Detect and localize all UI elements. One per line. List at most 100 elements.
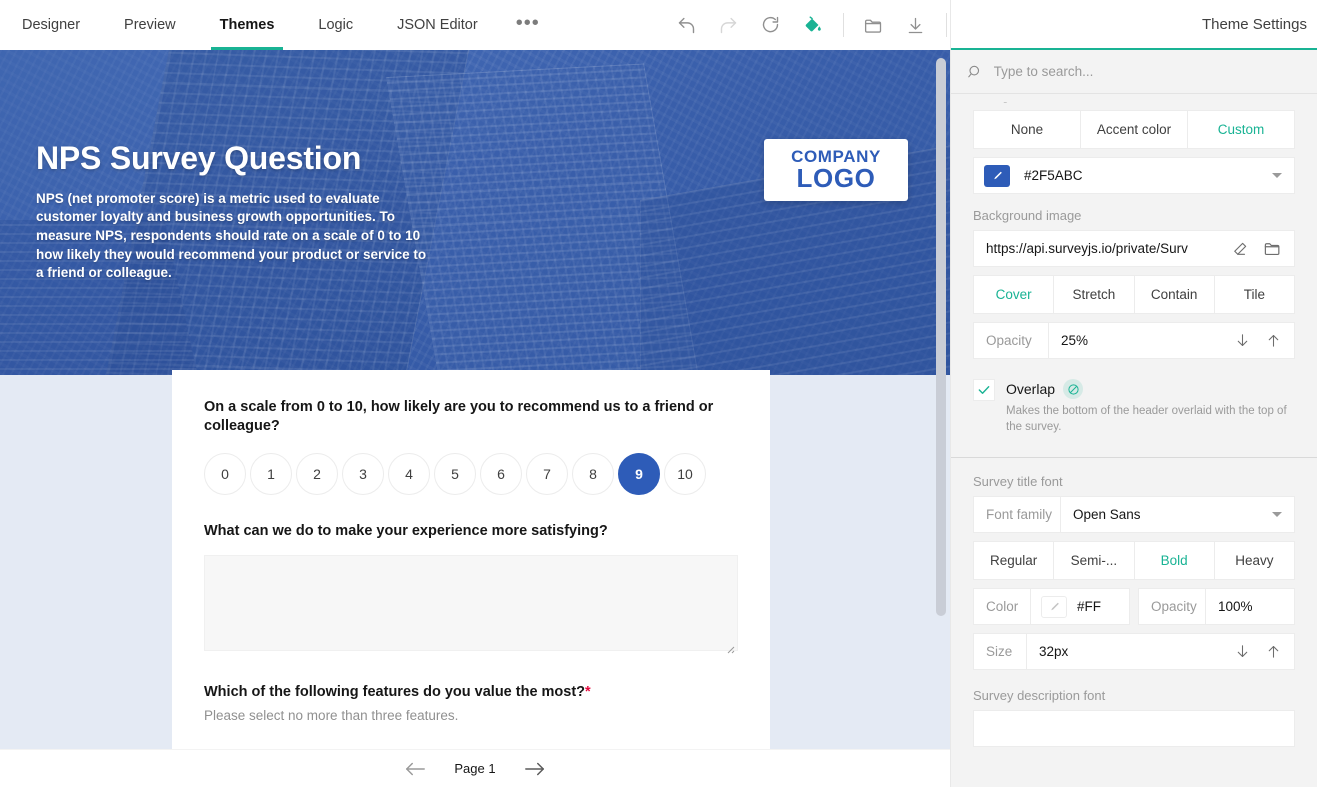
panel-section-divider	[951, 457, 1317, 458]
font-weight-bold[interactable]: Bold	[1135, 542, 1215, 579]
rating-option-3[interactable]: 3	[342, 453, 384, 495]
chevron-down-icon[interactable]	[1272, 173, 1282, 178]
survey-body-card: On a scale from 0 to 10, how likely are …	[172, 370, 770, 749]
rating-scale: 0 1 2 3 4 5 6 7 8 9 10	[204, 453, 738, 495]
bg-color-option-accent[interactable]: Accent color	[1081, 111, 1188, 148]
overlap-label-wrap: Overlap	[1006, 379, 1291, 399]
font-weight-regular[interactable]: Regular	[974, 542, 1054, 579]
theme-paint-bucket-icon	[802, 14, 824, 36]
rating-option-4[interactable]: 4	[388, 453, 430, 495]
overlap-text-block: Overlap Makes the bottom of the header o…	[1006, 379, 1291, 435]
title-font-weight-options: Regular Semi-... Bold Heavy	[973, 541, 1295, 580]
background-image-actions	[1231, 239, 1294, 258]
tab-logic[interactable]: Logic	[296, 0, 375, 50]
tab-themes[interactable]: Themes	[198, 0, 297, 50]
title-opacity-value[interactable]: 100%	[1206, 599, 1294, 614]
rating-option-6[interactable]: 6	[480, 453, 522, 495]
title-size-field[interactable]: Size 32px	[973, 633, 1295, 670]
title-color-value: #FF	[1067, 599, 1129, 614]
rating-option-5[interactable]: 5	[434, 453, 476, 495]
comment-input[interactable]	[204, 555, 738, 651]
checkmark-icon	[977, 383, 991, 397]
overlap-row: Overlap Makes the bottom of the header o…	[973, 379, 1295, 435]
font-weight-heavy[interactable]: Heavy	[1215, 542, 1294, 579]
question-rating: On a scale from 0 to 10, how likely are …	[204, 398, 738, 495]
panel-title: Theme Settings	[1202, 16, 1307, 33]
next-page-button[interactable]	[524, 761, 546, 777]
title-font-family-field[interactable]: Font family Open Sans	[973, 496, 1295, 533]
eyedropper-icon	[1048, 600, 1061, 613]
rating-option-7[interactable]: 7	[526, 453, 568, 495]
tab-json-editor[interactable]: JSON Editor	[375, 0, 500, 50]
download-button[interactable]	[895, 4, 937, 46]
tab-overflow-menu[interactable]: •••	[500, 0, 556, 50]
undo-button[interactable]	[666, 4, 708, 46]
color-swatch-eyedropper[interactable]	[984, 165, 1010, 187]
download-icon	[905, 15, 926, 36]
rating-option-0[interactable]: 0	[204, 453, 246, 495]
rating-option-8[interactable]: 8	[572, 453, 614, 495]
designer-scrollbar-thumb[interactable]	[936, 58, 946, 616]
bg-fit-option-contain[interactable]: Contain	[1135, 276, 1215, 313]
font-weight-semibold[interactable]: Semi-...	[1054, 542, 1134, 579]
tab-overflow-label: •••	[516, 12, 540, 35]
survey-description-font-label: Survey description font	[973, 688, 1295, 703]
stepper-down-icon[interactable]	[1234, 643, 1251, 660]
designer-scrollbar-track[interactable]	[932, 50, 950, 749]
background-image-label: Background image	[973, 208, 1295, 223]
stepper-down-icon[interactable]	[1234, 332, 1251, 349]
overlap-visibility-toggle[interactable]	[1063, 379, 1083, 399]
rating-option-2[interactable]: 2	[296, 453, 338, 495]
redo-icon	[718, 15, 739, 36]
bg-fit-option-stretch[interactable]: Stretch	[1054, 276, 1134, 313]
tab-designer[interactable]: Designer	[0, 0, 102, 50]
size-label: Size	[974, 644, 1026, 659]
rating-option-10[interactable]: 10	[664, 453, 706, 495]
browse-folder-icon[interactable]	[1263, 239, 1282, 258]
checkbox-item-performance[interactable]: Performance	[204, 741, 471, 749]
title-color-field[interactable]: Color #FF	[973, 588, 1130, 625]
eyedropper-icon	[991, 169, 1004, 182]
bg-color-option-custom[interactable]: Custom	[1188, 111, 1294, 148]
open-button[interactable]	[853, 4, 895, 46]
question-checkbox-title-text: Which of the following features do you v…	[204, 684, 585, 700]
tab-logic-label: Logic	[318, 17, 353, 33]
panel-header: Theme Settings	[951, 0, 1317, 50]
checkbox-item-stability[interactable]: Stability	[471, 741, 738, 749]
overlap-hint: Makes the bottom of the header overlaid …	[1006, 404, 1291, 435]
bg-color-option-none[interactable]: None	[974, 111, 1081, 148]
font-family-value: Open Sans	[1061, 507, 1272, 522]
title-size-value[interactable]: 32px	[1027, 644, 1234, 659]
resize-handle-icon[interactable]	[723, 642, 735, 654]
scroll-clip-mask	[951, 94, 1317, 102]
hide-eye-off-icon	[1067, 383, 1080, 396]
overlap-checkbox[interactable]	[973, 379, 995, 401]
background-image-opacity-field[interactable]: Opacity 25%	[973, 322, 1295, 359]
chevron-down-icon[interactable]	[1272, 512, 1282, 517]
rating-option-1[interactable]: 1	[250, 453, 292, 495]
theme-button[interactable]	[792, 4, 834, 46]
stepper-up-icon[interactable]	[1265, 643, 1282, 660]
description-font-family-field[interactable]	[973, 710, 1295, 747]
prev-page-button[interactable]	[404, 761, 426, 777]
opacity-label: Opacity	[1139, 599, 1205, 614]
checkbox-choices: Performance Stability User interface	[204, 741, 738, 749]
rating-option-9-selected[interactable]: 9	[618, 453, 660, 495]
tab-themes-label: Themes	[220, 17, 275, 33]
title-opacity-field[interactable]: Opacity 100%	[1138, 588, 1295, 625]
clear-eraser-icon[interactable]	[1231, 240, 1249, 258]
opacity-value[interactable]: 25%	[1049, 333, 1234, 348]
bg-fit-option-cover[interactable]: Cover	[974, 276, 1054, 313]
redo-button[interactable]	[708, 4, 750, 46]
background-color-value-field[interactable]: #2F5ABC	[973, 157, 1295, 194]
stepper-up-icon[interactable]	[1265, 332, 1282, 349]
open-folder-icon	[863, 15, 884, 36]
search-input[interactable]	[994, 64, 1303, 79]
background-image-url-field[interactable]: https://api.surveyjs.io/private/Surv	[973, 230, 1295, 267]
font-family-label: Font family	[974, 507, 1060, 522]
tab-preview[interactable]: Preview	[102, 0, 198, 50]
reset-button[interactable]	[750, 4, 792, 46]
color-swatch-eyedropper[interactable]	[1041, 596, 1067, 618]
bg-fit-option-tile[interactable]: Tile	[1215, 276, 1294, 313]
question-checkbox: Which of the following features do you v…	[204, 683, 738, 749]
